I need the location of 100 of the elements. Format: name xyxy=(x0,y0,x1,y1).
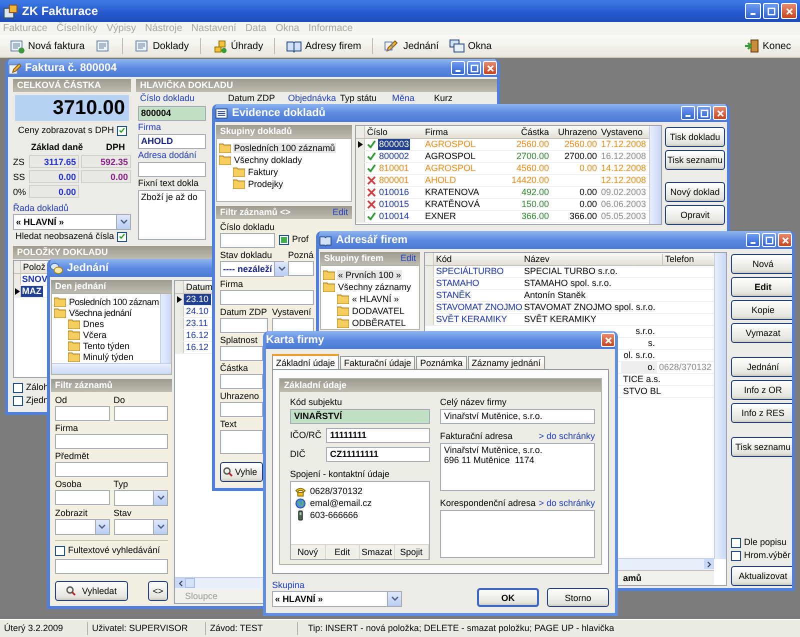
tab[interactable]: Záznamy jednání xyxy=(468,356,545,369)
column-header[interactable]: Telefon xyxy=(662,254,712,264)
document-number-field[interactable]: 800004 xyxy=(138,106,206,121)
billing-address-field[interactable]: Vinařství Mutěnice, s.r.o. 696 11 Mutěnice 1174 xyxy=(440,443,595,491)
scrollbar-thumb[interactable] xyxy=(185,578,195,588)
scroll-left-button[interactable] xyxy=(175,578,185,588)
input-field[interactable] xyxy=(220,290,314,305)
close-button[interactable] xyxy=(778,233,792,247)
company-name-field[interactable]: Vinařství Mutěnice, s.r.o. xyxy=(440,409,595,424)
toolbar-button[interactable]: Konec xyxy=(738,37,796,55)
field-link[interactable]: Firma xyxy=(138,122,161,133)
tree-item[interactable]: Všechny záznamy xyxy=(337,282,412,292)
table-cell[interactable]: 800003 xyxy=(378,139,410,150)
table-cell[interactable]: 010015 xyxy=(378,199,410,210)
mailing-address-field[interactable] xyxy=(440,510,595,558)
input-field[interactable]: 11111111 xyxy=(326,428,430,443)
dropdown[interactable] xyxy=(114,519,168,535)
field-link[interactable]: Adresa dodání xyxy=(138,150,197,161)
checkbox[interactable] xyxy=(13,382,23,392)
scrollbar[interactable] xyxy=(649,126,661,224)
fulltext-field[interactable] xyxy=(55,559,168,574)
tree-item[interactable]: Posledních 100 záznamů xyxy=(233,143,336,153)
table-cell[interactable]: STANĚK xyxy=(434,290,522,301)
maximize-button[interactable] xyxy=(467,61,481,75)
table-cell[interactable]: STAMAHO xyxy=(434,278,522,289)
minimize-button[interactable] xyxy=(746,233,760,247)
input-field[interactable] xyxy=(55,490,110,505)
table-cell[interactable]: SPECIÁLTURBO xyxy=(434,266,522,277)
checkbox[interactable] xyxy=(731,550,741,560)
action-button[interactable]: Kopie xyxy=(731,300,792,320)
tree-item[interactable]: DODAVATEL xyxy=(351,306,406,316)
table-cell[interactable]: 23.11 xyxy=(184,318,210,329)
row-header[interactable] xyxy=(356,139,365,150)
toolbar-button[interactable]: Nová faktura xyxy=(4,37,90,55)
toolbar-button[interactable]: Adresy firem xyxy=(281,37,366,55)
action-button[interactable]: Nová xyxy=(731,254,792,274)
fixed-text-field[interactable]: Zboží je až do xyxy=(138,190,206,240)
tab[interactable]: Poznámka xyxy=(416,356,467,369)
action-button[interactable]: Opravit xyxy=(665,205,725,225)
contact-action-button[interactable]: Nový xyxy=(291,545,326,559)
contact-item[interactable]: 0628/370132 xyxy=(310,486,363,496)
contact-item[interactable]: 603-666666 xyxy=(310,510,358,520)
maximize-button[interactable] xyxy=(763,3,779,19)
column-header[interactable]: Název xyxy=(522,254,662,264)
close-button[interactable] xyxy=(601,333,615,347)
delivery-address-field[interactable] xyxy=(138,162,206,177)
table-cell[interactable]: 16.12 xyxy=(184,330,211,341)
contact-action-button[interactable]: Spojit xyxy=(394,545,429,559)
checkbox[interactable] xyxy=(55,546,65,556)
scrollbar[interactable] xyxy=(52,363,171,374)
series-dropdown[interactable]: « HLAVNÍ » xyxy=(13,214,131,230)
input-field[interactable] xyxy=(288,261,314,276)
toggle-button[interactable]: <> xyxy=(148,581,168,601)
tree-item[interactable]: Prodejky xyxy=(247,179,284,189)
tree-item[interactable]: « Prvních 100 » xyxy=(337,270,402,280)
tree-item[interactable]: Minulý týden xyxy=(82,352,135,362)
checkbox[interactable] xyxy=(117,126,127,136)
copy-to-clipboard-link[interactable]: > do schránky xyxy=(538,431,595,442)
tree-item[interactable]: « HLAVNÍ » xyxy=(351,294,400,304)
tree-item[interactable]: ODBĚRATEL xyxy=(351,318,407,328)
close-button[interactable] xyxy=(781,3,797,19)
minimize-button[interactable] xyxy=(745,3,761,19)
tree-item[interactable]: Posledních 100 záznam xyxy=(68,296,160,306)
input-field[interactable] xyxy=(55,462,168,477)
column-header[interactable]: Číslo xyxy=(365,126,423,138)
table-cell[interactable]: SVĚT KERAMIKY xyxy=(434,314,522,325)
checkbox[interactable] xyxy=(731,538,741,548)
action-button[interactable]: Nový doklad xyxy=(665,182,725,202)
action-button[interactable]: Info z RES xyxy=(731,403,792,423)
contact-action-button[interactable]: Smazat xyxy=(360,545,394,559)
input-field[interactable] xyxy=(220,318,268,333)
action-button[interactable]: Vymazat xyxy=(731,323,792,343)
ok-button[interactable]: OK xyxy=(477,588,539,607)
table-cell[interactable]: 23.10 xyxy=(184,294,211,305)
tree-item[interactable]: Všechna jednání xyxy=(68,308,133,318)
search-button[interactable]: Vyhle xyxy=(220,462,263,482)
column-header[interactable]: Vystaveno xyxy=(599,126,649,138)
close-button[interactable] xyxy=(713,106,727,120)
table-cell[interactable]: 010016 xyxy=(378,187,410,198)
table-cell[interactable]: MAZ xyxy=(21,286,42,297)
table-cell[interactable]: s.r.o. xyxy=(621,326,657,337)
toolbar-button[interactable]: Jednání xyxy=(379,37,444,55)
table-cell[interactable]: 24.10 xyxy=(184,306,211,317)
table-cell[interactable]: o. xyxy=(621,362,657,373)
input-field[interactable] xyxy=(55,434,168,449)
tab[interactable]: Fakturační údaje xyxy=(340,356,416,369)
maximize-button[interactable] xyxy=(697,106,711,120)
table-cell[interactable]: ol. s.r.o. xyxy=(621,350,657,361)
copy-to-clipboard-link[interactable]: > do schránky xyxy=(538,498,595,509)
table-cell[interactable]: 16.12 xyxy=(184,342,211,353)
toolbar-button[interactable]: Okna xyxy=(444,37,497,55)
contact-item[interactable]: emal@email.cz xyxy=(310,498,372,508)
table-cell[interactable]: 800002 xyxy=(378,151,410,162)
scroll-right-button[interactable] xyxy=(704,559,714,569)
checkbox[interactable] xyxy=(13,396,23,406)
action-button[interactable]: Jednání xyxy=(731,357,792,377)
close-button[interactable] xyxy=(483,61,497,75)
input-field[interactable] xyxy=(220,233,275,248)
field-link[interactable]: Skupina xyxy=(272,580,305,591)
tree-item[interactable]: Všechny doklady xyxy=(233,155,304,165)
